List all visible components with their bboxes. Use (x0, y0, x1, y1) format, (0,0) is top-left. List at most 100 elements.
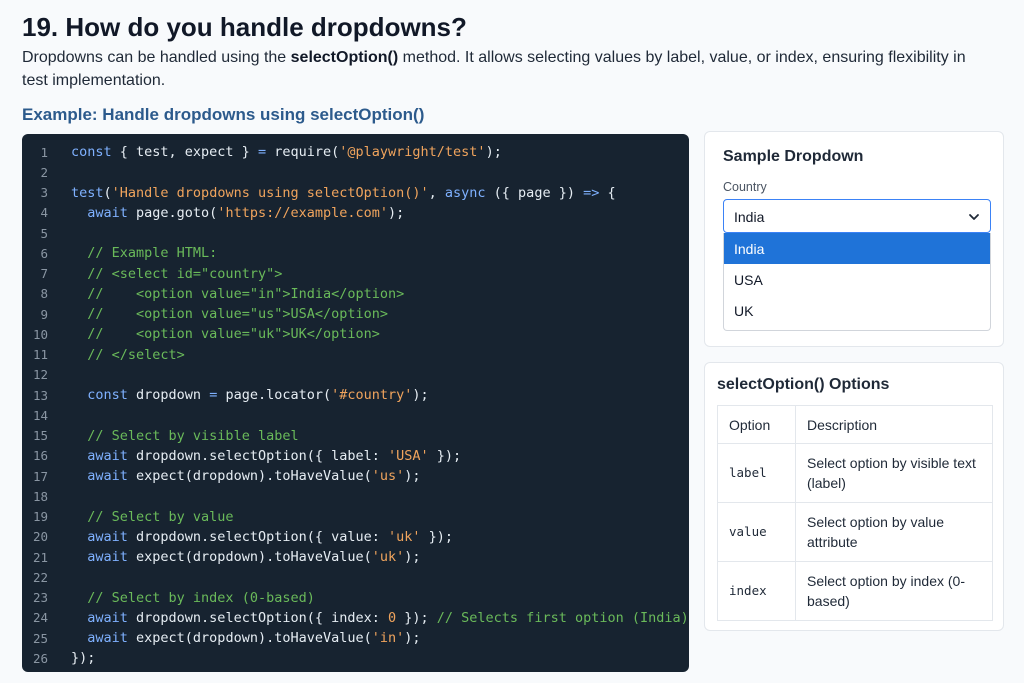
code-token: '#country' (331, 387, 413, 404)
code-token: // <option value="uk">UK</option> (87, 326, 380, 343)
line-number: 3 (40, 185, 48, 201)
code-line: 3 test('Handle dropdowns using selectOpti… (22, 183, 689, 203)
code-text: // Select by value (60, 508, 234, 525)
options-header-option: Option (717, 405, 796, 444)
code-line: 21 await expect(dropdown).toHaveValue('u… (22, 547, 689, 567)
line-number: 19 (32, 509, 48, 525)
line-number: 21 (32, 549, 48, 565)
code-text: // <option value="uk">UK</option> (60, 326, 380, 342)
code-line: 25 await expect(dropdown).toHaveValue('i… (22, 628, 689, 648)
code-token: 'Handle dropdowns using selectOption()' (111, 184, 429, 201)
country-field-label: Country (723, 180, 767, 194)
country-select-value: India (734, 209, 765, 225)
code-line: 13 const dropdown = page.locator('#count… (22, 385, 689, 405)
code-token: await (87, 609, 128, 626)
code-token: expect(dropdown).toHaveValue( (127, 468, 372, 485)
options-table: Option Description label Select option b… (717, 405, 993, 621)
code-line: 8 // <option value="in">India</option> (22, 284, 689, 304)
code-token: // <select id="country"> (87, 265, 283, 282)
code-token: test (71, 184, 104, 201)
code-text: await dropdown.selectOption({ index: 0 }… (60, 609, 688, 626)
code-line: 1 const { test, expect } = require('@play… (22, 142, 689, 162)
code-block: 1 const { test, expect } = require('@play… (22, 134, 689, 672)
code-line: 12 (22, 365, 689, 385)
country-select[interactable]: India (723, 199, 991, 233)
code-token: ); (404, 630, 421, 647)
code-token: // </select> (87, 346, 185, 363)
line-number: 7 (40, 266, 48, 282)
line-number: 17 (32, 468, 48, 484)
code-text: await page.goto('https://example.com'); (60, 205, 404, 221)
option-name-cell: value (717, 502, 796, 562)
intro-method-name: selectOption() (290, 49, 399, 66)
options-card-title: selectOption() Options (717, 376, 890, 393)
line-number: 14 (32, 407, 48, 423)
code-token: }); (420, 528, 454, 545)
line-number: 13 (32, 387, 48, 403)
code-token: ({ page }) (485, 184, 584, 201)
table-row: label Select option by visible text (lab… (717, 443, 993, 503)
country-option[interactable]: UK (724, 295, 990, 326)
sample-dropdown-card: Sample Dropdown Country India India USA UK (704, 131, 1004, 347)
code-token: ); (412, 387, 429, 404)
line-number: 26 (32, 650, 48, 666)
line-number: 5 (40, 225, 48, 241)
line-number: 22 (32, 569, 48, 585)
line-number: 6 (40, 245, 48, 261)
code-line: 7 // <select id="country"> (22, 264, 689, 284)
code-token: dropdown.selectOption({ value: (127, 528, 388, 545)
line-number: 18 (32, 488, 48, 504)
code-token: await (87, 528, 128, 545)
table-row: index Select option by index (0-based) (717, 561, 993, 621)
code-token: dropdown.selectOption({ index: (127, 609, 388, 626)
line-number: 1 (40, 144, 48, 160)
code-line: 20 await dropdown.selectOption({ value: … (22, 527, 689, 547)
code-token: // Example HTML: (87, 245, 218, 262)
country-option[interactable]: USA (724, 264, 990, 295)
country-option[interactable]: India (724, 233, 990, 264)
code-token: const (71, 144, 112, 161)
code-text: const dropdown = page.locator('#country'… (60, 387, 429, 404)
country-option-list: India USA UK (723, 233, 991, 331)
line-number: 25 (32, 630, 48, 646)
code-line: 16 await dropdown.selectOption({ label: … (22, 446, 689, 466)
select-option-options-card: selectOption() Options Option Descriptio… (704, 362, 1004, 631)
code-line: 4 await page.goto('https://example.com')… (22, 203, 689, 223)
code-line: 6 // Example HTML: (22, 243, 689, 263)
code-token: // Select by value (87, 508, 234, 525)
code-token: // Select by visible label (87, 427, 299, 444)
code-token: , (428, 184, 445, 201)
code-token: await (87, 549, 128, 566)
code-token: async (444, 184, 486, 201)
code-token: }); (71, 650, 96, 667)
code-line: 10 // <option value="uk">UK</option> (22, 324, 689, 344)
code-text: // Example HTML: (60, 245, 217, 261)
page-title: 19. How do you handle dropdowns? (22, 12, 467, 42)
code-line: 11 // </select> (22, 345, 689, 365)
options-header-description: Description (795, 405, 993, 444)
code-text: await expect(dropdown).toHaveValue('in')… (60, 630, 421, 647)
chevron-down-icon (969, 214, 979, 220)
code-token: // <option value="us">USA</option> (87, 306, 388, 323)
code-line: 18 (22, 486, 689, 506)
code-text: // <select id="country"> (60, 266, 282, 282)
code-token: await (87, 204, 128, 221)
code-token: ); (404, 468, 421, 485)
code-line: 17 await expect(dropdown).toHaveValue('u… (22, 466, 689, 486)
code-token: ); (485, 144, 502, 161)
code-token: 'uk' (371, 549, 405, 566)
option-name-cell: label (717, 443, 796, 503)
